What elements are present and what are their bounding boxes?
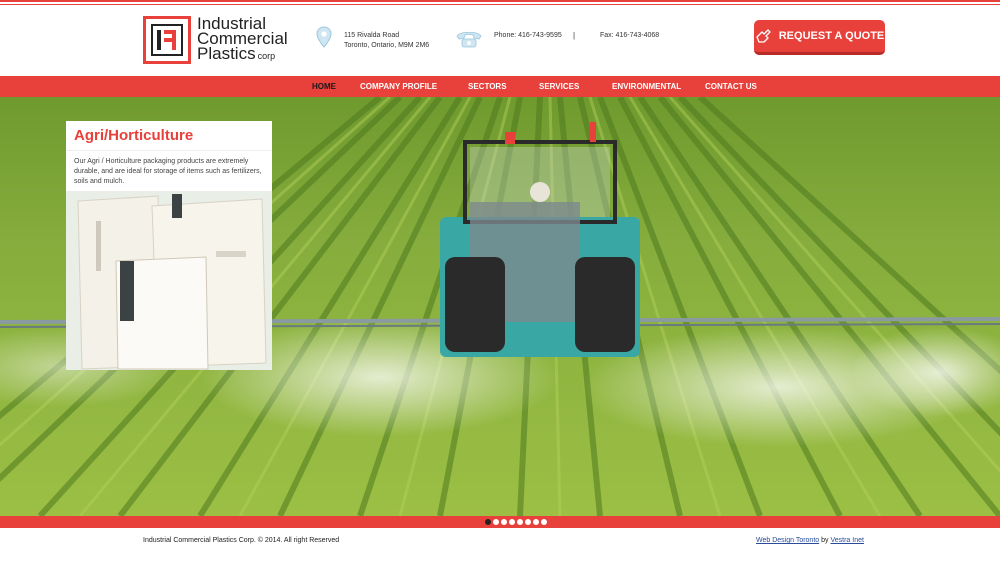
- address-line-2: Toronto, Ontario, M9M 2M6: [344, 42, 430, 49]
- slide-caption-panel: Agri/Horticulture Our Agri / Horticultur…: [66, 121, 272, 370]
- slider-dot-6[interactable]: [525, 519, 531, 525]
- nav-services[interactable]: SERVICES: [539, 76, 579, 97]
- credit-by: by: [821, 537, 829, 544]
- slider-dot-4[interactable]: [509, 519, 515, 525]
- nav-environmental[interactable]: ENVIRONMENTAL: [612, 76, 681, 97]
- logo-line-3-text: Plastics: [197, 44, 256, 63]
- phone-number[interactable]: Phone: 416-743-9595: [494, 32, 562, 39]
- map-pin-icon: [316, 26, 332, 48]
- fax-number: Fax: 416-743-4068: [600, 32, 660, 39]
- address: 115 Rivalda Road Toronto, Ontario, M9M 2…: [344, 31, 429, 51]
- slider-dot-8[interactable]: [541, 519, 547, 525]
- logo-line-3: Plastics corp: [197, 44, 288, 64]
- telephone-icon: [456, 31, 482, 48]
- slide-divider: [66, 150, 272, 151]
- site-header: Industrial Commercial Plastics corp 115 R…: [0, 6, 1000, 76]
- vestra-inet-link[interactable]: Vestra Inet: [830, 537, 863, 544]
- top-stripe-line: [0, 0, 1000, 2]
- slide-description: Our Agri / Horticulture packaging produc…: [74, 158, 262, 185]
- slider-dot-5[interactable]: [517, 519, 523, 525]
- contact-separator: |: [573, 31, 576, 40]
- nav-company-profile[interactable]: COMPANY PROFILE: [360, 76, 437, 97]
- slider-dot-7[interactable]: [533, 519, 539, 525]
- packaging-bags-image: [66, 191, 272, 370]
- address-line-1: 115 Rivalda Road: [344, 32, 400, 39]
- request-quote-button[interactable]: REQUEST A QUOTE: [754, 20, 885, 55]
- logo-text: Industrial Commercial Plastics corp: [197, 15, 288, 64]
- request-quote-label: REQUEST A QUOTE: [778, 30, 885, 42]
- slider-dots: [485, 519, 547, 525]
- nav-home[interactable]: HOME: [312, 76, 336, 97]
- nav-contact-us[interactable]: CONTACT US: [705, 76, 757, 97]
- top-stripe-line-thin: [0, 4, 1000, 5]
- slider-dot-3[interactable]: [501, 519, 507, 525]
- nav-sectors[interactable]: SECTORS: [468, 76, 507, 97]
- slider-dot-1[interactable]: [485, 519, 491, 525]
- logo-corp: corp: [257, 51, 276, 61]
- web-design-toronto-link[interactable]: Web Design Toronto: [756, 537, 819, 544]
- site-logo[interactable]: Industrial Commercial Plastics corp: [143, 15, 288, 64]
- slide-title: Agri/Horticulture: [74, 127, 194, 144]
- main-nav: HOME COMPANY PROFILE SECTORS SERVICES EN…: [0, 76, 1000, 97]
- slider-dot-2[interactable]: [493, 519, 499, 525]
- footer-credit: Web Design Toronto by Vestra Inet: [756, 537, 864, 544]
- footer-copyright: Industrial Commercial Plastics Corp. © 2…: [143, 537, 340, 544]
- hand-pointer-icon: [756, 29, 771, 43]
- logo-icon: [143, 16, 191, 64]
